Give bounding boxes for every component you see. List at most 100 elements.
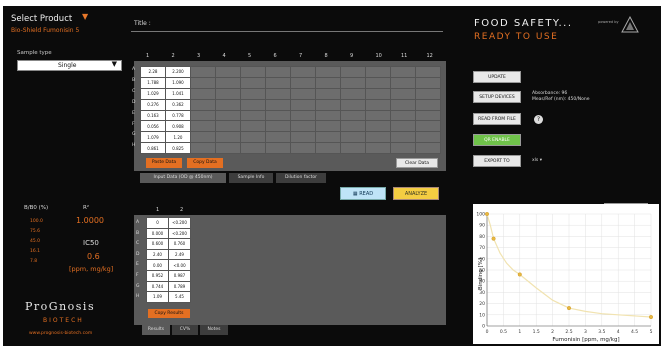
plate-cell[interactable] [190, 142, 216, 155]
plate-cell[interactable] [340, 109, 366, 122]
plate-cell[interactable] [240, 76, 266, 89]
plate-cell[interactable] [215, 131, 241, 144]
results-cell[interactable]: 5.45 [168, 291, 191, 303]
copy-results-button[interactable]: Copy Results [148, 309, 190, 318]
results-cell[interactable]: 2.49 [168, 248, 191, 261]
plate-cell[interactable] [190, 98, 216, 111]
plate-cell[interactable]: 0.056 [140, 120, 166, 133]
plate-cell[interactable] [415, 142, 441, 155]
plate-cell[interactable] [415, 109, 441, 122]
chevron-down-icon[interactable]: ▼ [82, 12, 88, 21]
plate-cell[interactable] [390, 87, 416, 100]
results-cell[interactable]: 0 [146, 217, 169, 229]
plate-cell[interactable]: 0.276 [140, 98, 166, 111]
plate-cell[interactable] [340, 98, 366, 111]
plate-cell[interactable] [315, 131, 341, 144]
sample-type-select[interactable]: Single ▼ [17, 60, 122, 71]
tab-notes[interactable]: Notes [200, 325, 228, 335]
plate-cell[interactable] [315, 98, 341, 111]
plate-cell[interactable] [340, 142, 366, 155]
plate-cell[interactable] [190, 109, 216, 122]
tab-input-data[interactable]: Input Data (OD @ 450nm) [140, 173, 226, 183]
plate-cell[interactable] [240, 142, 266, 155]
paste-data-button[interactable]: Paste Data [146, 158, 182, 168]
plate-cell[interactable]: 1.041 [165, 87, 191, 100]
plate-cell[interactable] [190, 120, 216, 133]
plate-cell[interactable]: 0.908 [165, 120, 191, 133]
plate-cell[interactable] [290, 131, 316, 144]
plate-cell[interactable] [365, 131, 391, 144]
plate-cell[interactable] [240, 120, 266, 133]
plate-cell[interactable]: 0.362 [165, 98, 191, 111]
tab-cv[interactable]: CV% [172, 325, 198, 335]
plate-cell[interactable] [415, 120, 441, 133]
plate-cell[interactable] [390, 109, 416, 122]
results-cell[interactable]: 2.40 [146, 248, 169, 261]
plate-cell[interactable]: 0.163 [140, 109, 166, 122]
plate-cell[interactable] [215, 66, 241, 78]
plate-cell[interactable] [290, 142, 316, 155]
export-format-select[interactable]: xls ▾ [532, 158, 542, 163]
plate-cell[interactable] [340, 76, 366, 89]
plate-cell[interactable] [365, 76, 391, 89]
plate-cell[interactable] [290, 76, 316, 89]
plate-cell[interactable] [265, 98, 291, 111]
qr-enable-button[interactable]: QR ENABLE [473, 134, 521, 146]
plate-cell[interactable] [265, 142, 291, 155]
results-cell[interactable]: <0.200 [168, 217, 191, 229]
plate-cell[interactable] [240, 66, 266, 78]
plate-cell[interactable] [215, 98, 241, 111]
update-button[interactable]: UPDATE [473, 71, 521, 83]
plate-cell[interactable] [340, 131, 366, 144]
plate-cell[interactable] [390, 98, 416, 111]
plate-cell[interactable] [290, 87, 316, 100]
results-cell[interactable]: 0.744 [146, 280, 169, 293]
results-cell[interactable]: <0.00 [168, 259, 191, 271]
plate-cell[interactable] [265, 131, 291, 144]
plate-cell[interactable] [340, 87, 366, 100]
select-product-label[interactable]: Select Product [11, 14, 72, 24]
tab-dilution-factor[interactable]: Dilution factor [276, 173, 326, 183]
results-cell[interactable]: 0.000 [146, 227, 169, 240]
plate-cell[interactable] [190, 76, 216, 89]
plate-cell[interactable] [415, 98, 441, 111]
plate-cell[interactable] [390, 120, 416, 133]
plate-cell[interactable]: 1.20 [165, 131, 191, 144]
plate-cell[interactable] [215, 120, 241, 133]
results-cell[interactable]: 1.09 [146, 291, 169, 303]
tab-sample-info[interactable]: Sample Info [229, 173, 273, 183]
plate-cell[interactable]: 0.861 [140, 142, 166, 155]
plate-cell[interactable] [365, 109, 391, 122]
plate-cell[interactable] [240, 87, 266, 100]
plate-cell[interactable] [390, 66, 416, 78]
results-cell[interactable]: 0.789 [168, 280, 191, 293]
results-grid[interactable]: 0 <0.200 0.000 <0.200 0.600 0.760 2.40 2.49 0.00… [146, 217, 191, 303]
plate-cell[interactable]: 1.788 [140, 76, 166, 89]
results-cell[interactable]: 0.00 [146, 259, 169, 271]
plate-cell[interactable] [365, 98, 391, 111]
plate-cell[interactable] [415, 76, 441, 89]
results-cell[interactable]: 0.760 [168, 238, 191, 250]
plate-cell[interactable] [265, 66, 291, 78]
plate-grid[interactable]: 2.28 2.200 1.788 1.090 1.029 1.041 0.276 0.362 0… [140, 66, 441, 155]
plate-cell[interactable] [215, 87, 241, 100]
plate-cell[interactable] [290, 120, 316, 133]
tab-results[interactable]: Results [142, 325, 170, 335]
plate-cell[interactable] [365, 87, 391, 100]
plate-cell[interactable] [340, 120, 366, 133]
plate-cell[interactable] [315, 142, 341, 155]
brand-url[interactable]: www.prognosis-biotech.com [29, 331, 92, 336]
copy-data-button[interactable]: Copy Data [187, 158, 223, 168]
export-to-button[interactable]: EXPORT TO [473, 155, 521, 167]
plate-cell[interactable] [415, 87, 441, 100]
results-cell[interactable]: 0.600 [146, 238, 169, 250]
read-button[interactable]: ▦ READ [340, 187, 386, 200]
plate-cell[interactable]: 0.778 [165, 109, 191, 122]
plate-cell[interactable] [265, 76, 291, 89]
plate-cell[interactable]: 0.825 [165, 142, 191, 155]
plate-cell[interactable] [290, 98, 316, 111]
clear-data-button[interactable]: Clear Data [396, 158, 438, 168]
plate-cell[interactable]: 1.079 [140, 131, 166, 144]
plate-cell[interactable] [240, 109, 266, 122]
plate-cell[interactable] [365, 142, 391, 155]
